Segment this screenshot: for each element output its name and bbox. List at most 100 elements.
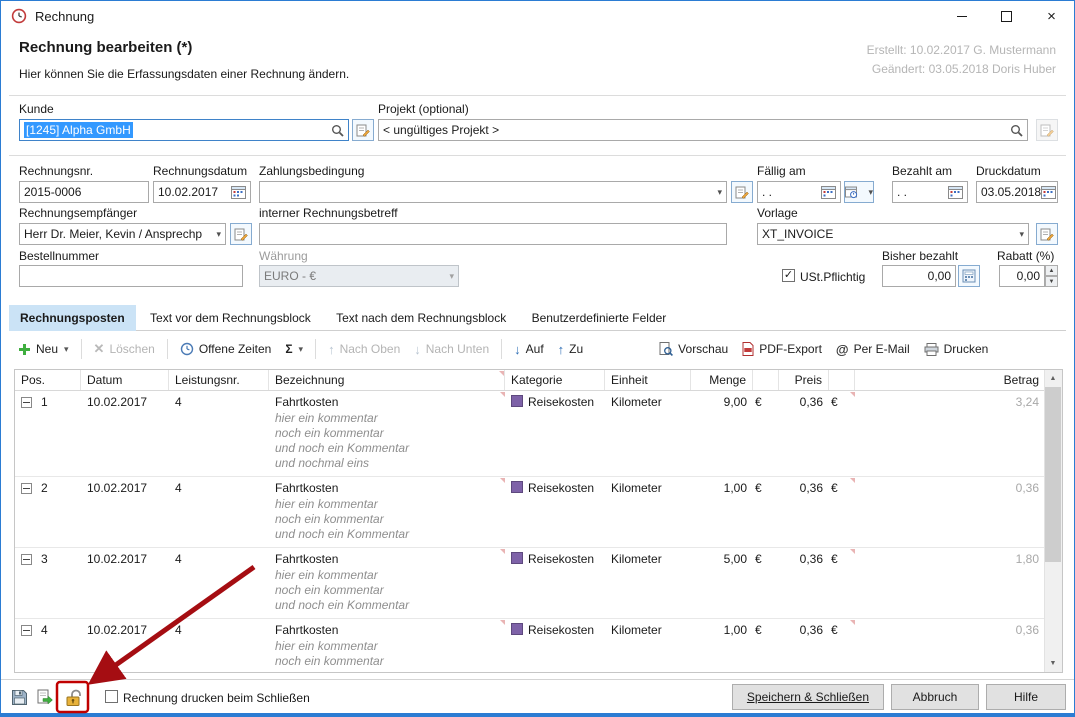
item-bezeichnung: Fahrtkosten xyxy=(269,548,505,568)
projekt-edit-button xyxy=(1036,119,1058,141)
vorlage-combobox[interactable]: XT_INVOICE ▾ xyxy=(757,223,1029,245)
rechnungsnr-input[interactable]: 2015-0006 xyxy=(19,181,149,203)
drucken-button[interactable]: Drucken xyxy=(917,338,996,360)
item-betrag: 0,36 xyxy=(855,477,1045,497)
maximize-button[interactable] xyxy=(984,1,1029,31)
stepper-up-icon[interactable]: ▲ xyxy=(1045,265,1058,276)
item-bezeichnung: Fahrtkosten xyxy=(269,619,505,639)
unlock-button[interactable] xyxy=(61,685,85,709)
page-subtitle: Hier können Sie die Erfassungsdaten eine… xyxy=(19,67,349,81)
bestellnummer-input[interactable] xyxy=(19,265,243,287)
kunde-edit-button[interactable] xyxy=(352,119,374,141)
vorlage-value: XT_INVOICE xyxy=(762,227,833,241)
calendar-icon[interactable] xyxy=(821,185,836,199)
rechnungsempfaenger-edit-button[interactable] xyxy=(230,223,252,245)
invoice-item-row[interactable]: 110.02.20174FahrtkostenReisekostenKilome… xyxy=(15,391,1045,411)
vertical-scrollbar[interactable]: ▲ ▼ xyxy=(1044,370,1062,672)
faellig-am-input[interactable]: . . xyxy=(757,181,841,203)
calendar-icon[interactable] xyxy=(948,185,963,199)
scroll-up-icon[interactable]: ▲ xyxy=(1045,370,1061,387)
item-datum: 10.02.2017 xyxy=(81,548,169,568)
sum-button[interactable]: Σ ▾ xyxy=(278,338,310,360)
zahlungsbedingung-combobox[interactable]: ▾ xyxy=(259,181,727,203)
col-kategorie[interactable]: Kategorie xyxy=(505,370,605,390)
item-comments: hier ein kommentarnoch ein kommentarund … xyxy=(15,497,1045,542)
invoice-item-row[interactable]: 310.02.20174FahrtkostenReisekostenKilome… xyxy=(15,548,1045,568)
close-icon: × xyxy=(1047,8,1056,25)
toolbar-separator xyxy=(501,339,502,359)
zahlungsbedingung-edit-button[interactable] xyxy=(731,181,753,203)
neu-button[interactable]: Neu ▾ xyxy=(11,338,76,360)
ust-pflichtig-checkbox[interactable]: ✓ xyxy=(782,269,795,282)
vorschau-button[interactable]: Vorschau xyxy=(652,338,735,360)
faellig-am-options-button[interactable]: ▾ xyxy=(844,181,874,203)
tab-text-nach-rechnungsblock[interactable]: Text nach dem Rechnungsblock xyxy=(325,305,517,331)
scrollbar-thumb[interactable] xyxy=(1045,387,1061,562)
calendar-icon[interactable] xyxy=(231,185,246,199)
col-preis[interactable]: Preis xyxy=(779,370,829,390)
col-bezeichnung[interactable]: Bezeichnung xyxy=(269,370,505,390)
item-comment: hier ein kommentar xyxy=(269,497,1045,512)
collapse-row-icon[interactable] xyxy=(21,625,32,636)
invoice-item-row[interactable]: 410.02.20174FahrtkostenReisekostenKilome… xyxy=(15,619,1045,639)
zu-button[interactable]: ↑ Zu xyxy=(551,338,591,361)
chevron-down-icon: ▾ xyxy=(713,187,722,198)
bezahlt-am-input[interactable]: . . xyxy=(892,181,968,203)
kunde-input[interactable]: [1245] Alpha GmbH xyxy=(19,119,349,141)
col-betrag[interactable]: Betrag xyxy=(855,370,1045,390)
projekt-search-icon[interactable] xyxy=(1010,124,1023,137)
pdf-icon xyxy=(742,342,754,356)
per-email-button[interactable]: @ Per E-Mail xyxy=(829,338,917,361)
item-preis-currency: € xyxy=(829,548,855,568)
kunde-search-icon[interactable] xyxy=(331,124,344,137)
item-datum: 10.02.2017 xyxy=(81,477,169,497)
tab-benutzerdefinierte-felder[interactable]: Benutzerdefinierte Felder xyxy=(521,305,678,331)
calendar-icon[interactable] xyxy=(1041,185,1056,199)
minimize-button[interactable] xyxy=(939,1,984,31)
window-bottom-border xyxy=(1,713,1074,716)
item-comment: und noch ein Kommentar xyxy=(269,527,1045,542)
item-comment: noch ein kommentar xyxy=(269,583,1045,598)
minimize-icon xyxy=(957,16,967,17)
auf-button[interactable]: ↓ Auf xyxy=(507,338,551,361)
print-on-close-checkbox[interactable] xyxy=(105,690,118,703)
waehrung-value: EURO - € xyxy=(264,269,316,283)
col-pos[interactable]: Pos. xyxy=(15,370,81,390)
scroll-down-icon[interactable]: ▼ xyxy=(1045,655,1061,672)
druckdatum-input[interactable]: 03.05.2018 xyxy=(976,181,1058,203)
rabatt-stepper[interactable]: ▲ ▼ xyxy=(1045,265,1058,287)
collapse-row-icon[interactable] xyxy=(21,483,32,494)
tab-text-vor-rechnungsblock[interactable]: Text vor dem Rechnungsblock xyxy=(139,305,322,331)
offene-zeiten-button[interactable]: Offene Zeiten xyxy=(173,338,279,360)
invoice-item-row[interactable]: 210.02.20174FahrtkostenReisekostenKilome… xyxy=(15,477,1045,497)
item-kategorie: Reisekosten xyxy=(505,391,605,411)
collapse-row-icon[interactable] xyxy=(21,554,32,565)
rechnungsdatum-input[interactable]: 10.02.2017 xyxy=(153,181,251,203)
export-button[interactable] xyxy=(33,685,57,709)
item-comment: noch ein kommentar xyxy=(269,512,1045,527)
item-menge: 1,00 xyxy=(691,477,753,497)
close-button[interactable]: × xyxy=(1029,1,1074,31)
col-menge[interactable]: Menge xyxy=(691,370,753,390)
col-datum[interactable]: Datum xyxy=(81,370,169,390)
rabatt-input[interactable]: 0,00 xyxy=(999,265,1045,287)
item-comment: noch ein kommentar xyxy=(269,654,1045,669)
save-button[interactable] xyxy=(7,685,31,709)
tab-rechnungsposten[interactable]: Rechnungsposten xyxy=(9,305,136,331)
category-color-swatch xyxy=(511,623,523,635)
save-close-button[interactable]: Speichern & Schließen xyxy=(732,684,884,710)
bisher-bezahlt-input[interactable]: 0,00 xyxy=(882,265,956,287)
vorlage-edit-button[interactable] xyxy=(1036,223,1058,245)
pdf-export-button[interactable]: PDF-Export xyxy=(735,338,829,360)
stepper-down-icon[interactable]: ▼ xyxy=(1045,276,1058,287)
col-leistungsnr[interactable]: Leistungsnr. xyxy=(169,370,269,390)
bisher-bezahlt-calculator-button[interactable] xyxy=(958,265,980,287)
betreff-input[interactable] xyxy=(259,223,727,245)
collapse-row-icon[interactable] xyxy=(21,397,32,408)
help-button[interactable]: Hilfe xyxy=(986,684,1066,710)
col-einheit[interactable]: Einheit xyxy=(605,370,691,390)
edit-icon xyxy=(1040,123,1054,137)
rechnungsempfaenger-combobox[interactable]: Herr Dr. Meier, Kevin / Ansprechp ▾ xyxy=(19,223,226,245)
cancel-button[interactable]: Abbruch xyxy=(891,684,979,710)
projekt-input[interactable]: < ungültiges Projekt > xyxy=(378,119,1028,141)
